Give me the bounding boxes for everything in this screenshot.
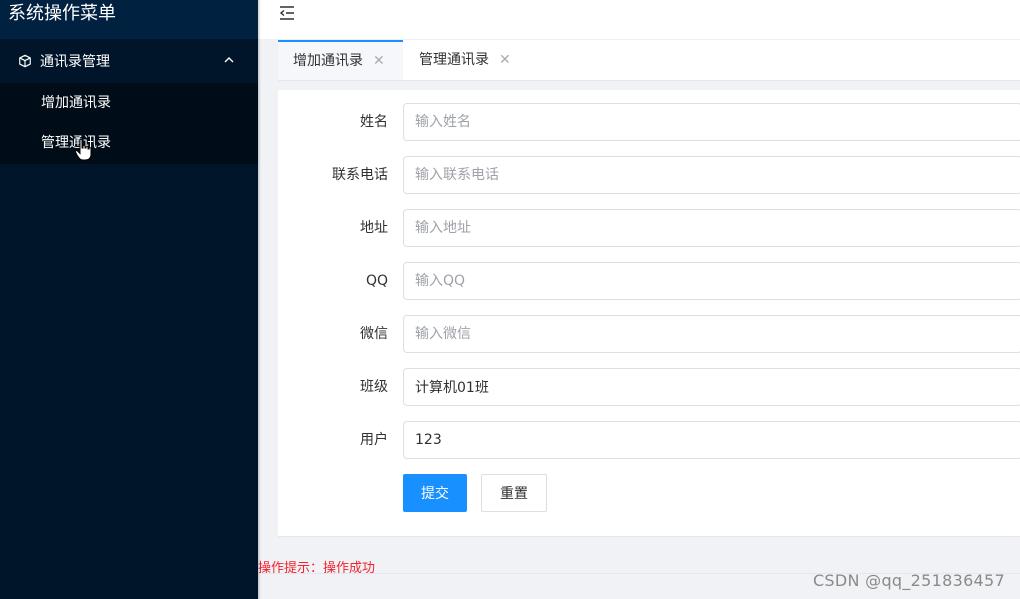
- close-icon[interactable]: ✕: [499, 52, 511, 68]
- main-area: 增加通讯录 ✕ 管理通讯录 ✕ 姓名 联系电话 地址 QQ 微信 班级: [258, 0, 1020, 599]
- menu-group-label: 通讯录管理: [40, 54, 110, 70]
- contact-form-card: 姓名 联系电话 地址 QQ 微信 班级 用户 提交 重置: [278, 90, 1020, 537]
- user-input[interactable]: [403, 421, 1020, 459]
- sidebar: 系统操作菜单 通讯录管理 增加通讯录 管理通讯录: [0, 0, 258, 599]
- hand-cursor-icon: [74, 138, 92, 161]
- tab-manage-contacts[interactable]: 管理通讯录 ✕: [404, 40, 529, 80]
- form-row-class: 班级: [278, 368, 1020, 406]
- sidebar-title: 系统操作菜单: [0, 0, 258, 39]
- form-row-user: 用户: [278, 421, 1020, 459]
- submit-button[interactable]: 提交: [403, 474, 467, 512]
- submenu: 增加通讯录 管理通讯录: [0, 83, 258, 164]
- sidebar-item-add-contact[interactable]: 增加通讯录: [0, 83, 258, 123]
- sidebar-shadow: [258, 0, 261, 599]
- form-row-wechat: 微信: [278, 315, 1020, 353]
- tab-add-contact[interactable]: 增加通讯录 ✕: [278, 40, 403, 80]
- address-label: 地址: [360, 220, 388, 236]
- name-input[interactable]: [403, 103, 1020, 141]
- name-label: 姓名: [360, 114, 388, 130]
- address-input[interactable]: [403, 209, 1020, 247]
- close-icon[interactable]: ✕: [373, 53, 385, 69]
- wechat-input[interactable]: [403, 315, 1020, 353]
- tab-bar: 增加通讯录 ✕ 管理通讯录 ✕: [278, 40, 1020, 81]
- chevron-up-icon[interactable]: [222, 53, 236, 67]
- class-label: 班级: [360, 379, 388, 395]
- tab-label: 管理通讯录: [419, 52, 489, 68]
- menu-group-contacts[interactable]: 通讯录管理: [0, 39, 258, 83]
- reset-button[interactable]: 重置: [481, 474, 547, 512]
- class-input[interactable]: [403, 368, 1020, 406]
- form-row-name: 姓名: [278, 103, 1020, 141]
- form-row-address: 地址: [278, 209, 1020, 247]
- phone-label: 联系电话: [332, 167, 388, 183]
- wechat-label: 微信: [360, 326, 388, 342]
- sidebar-item-manage-contacts[interactable]: 管理通讯录: [0, 123, 258, 163]
- form-row-qq: QQ: [278, 262, 1020, 300]
- user-label: 用户: [360, 432, 388, 448]
- qq-input[interactable]: [403, 262, 1020, 300]
- menu-fold-icon[interactable]: [278, 5, 296, 21]
- form-row-phone: 联系电话: [278, 156, 1020, 194]
- cube-icon: [19, 54, 31, 68]
- top-header: [258, 0, 1020, 40]
- phone-input[interactable]: [403, 156, 1020, 194]
- qq-label: QQ: [365, 273, 388, 289]
- tab-label: 增加通讯录: [293, 53, 363, 69]
- watermark: CSDN @qq_251836457: [812, 571, 1005, 590]
